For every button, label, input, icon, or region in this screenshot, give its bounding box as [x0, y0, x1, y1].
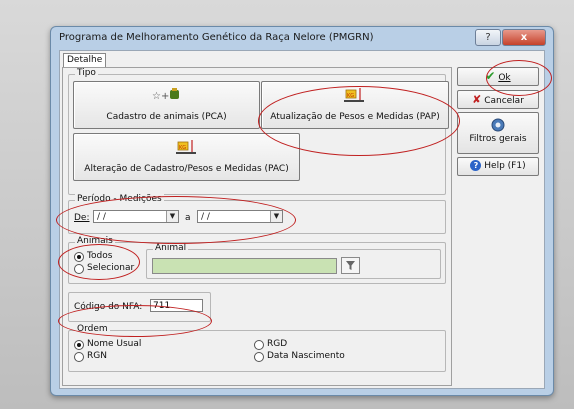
pac-button[interactable]: KG Alteração de Cadastro/Pesos e Medidas… [73, 133, 300, 181]
help-icon: ? [470, 160, 482, 171]
title-bar: Programa de Melhoramento Genético da Raç… [51, 27, 553, 49]
filtros-gerais-label: Filtros gerais [469, 134, 527, 144]
annotation-oval-pap [258, 86, 460, 156]
pac-label: Alteração de Cadastro/Pesos e Medidas (P… [84, 164, 289, 174]
pca-label: Cadastro de animais (PCA) [106, 112, 227, 122]
window-title: Programa de Melhoramento Genético da Raç… [59, 32, 374, 43]
animals-add-icon: ☆+ [152, 87, 182, 107]
cancel-label: Cancelar [484, 96, 524, 106]
rgn-label: RGN [87, 351, 107, 361]
cancel-x-icon: ✘ [472, 93, 482, 106]
rgd-radio[interactable] [254, 340, 264, 350]
filter-button[interactable] [341, 257, 360, 274]
scale-icon: KG [175, 139, 199, 161]
nome-usual-label: Nome Usual [87, 339, 142, 349]
data-nascimento-label: Data Nascimento [267, 351, 345, 361]
svg-text:KG: KG [179, 145, 186, 151]
annotation-oval-animais [58, 244, 140, 280]
animal-subgroup: Animal [146, 243, 441, 279]
animal-field[interactable] [152, 258, 337, 274]
nome-usual-radio[interactable] [74, 340, 84, 350]
rgd-label: RGD [267, 339, 288, 349]
help-f1-label: Help (F1) [484, 161, 526, 171]
data-nascimento-radio[interactable] [254, 352, 264, 362]
filter-icon [346, 261, 355, 270]
annotation-oval-ok [486, 60, 552, 96]
filter-gear-icon [491, 118, 505, 132]
pca-button[interactable]: ☆+ Cadastro de animais (PCA) [73, 81, 260, 129]
rgn-radio[interactable] [74, 352, 84, 362]
close-button[interactable]: x [502, 29, 546, 46]
animal-label: Animal [153, 243, 189, 253]
annotation-oval-nfa [58, 305, 212, 337]
svg-text:☆+: ☆+ [152, 91, 169, 102]
annotation-oval-periodo [56, 196, 296, 244]
help-title-button[interactable]: ? [475, 29, 501, 46]
help-f1-button[interactable]: ? Help (F1) [457, 157, 539, 176]
tipo-group-label: Tipo [75, 68, 98, 78]
tab-detalhe[interactable]: Detalhe [63, 53, 107, 67]
filtros-gerais-button[interactable]: Filtros gerais [457, 112, 539, 154]
